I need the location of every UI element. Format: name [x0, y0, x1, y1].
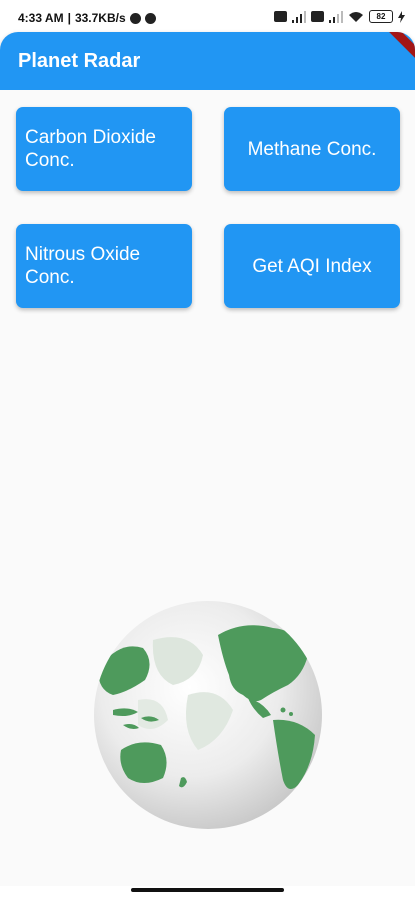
status-right: 82 [274, 10, 405, 23]
globe-image [94, 601, 322, 829]
app-title: Planet Radar [18, 50, 141, 72]
status-time: 4:33 AM [18, 11, 64, 25]
aqi-index-label: Get AQI Index [252, 255, 372, 277]
app-icon [144, 12, 156, 24]
signal-icon [292, 10, 306, 23]
status-net-speed: 33.7KB/s [74, 11, 126, 25]
status-left: 4:33 AM | 33.7KB/s [18, 11, 156, 25]
home-indicator[interactable] [131, 888, 284, 892]
carbon-dioxide-button[interactable]: Carbon Dioxide Conc. [16, 107, 192, 191]
methane-button[interactable]: Methane Conc. [224, 107, 400, 191]
nitrous-oxide-button[interactable]: Nitrous Oxide Conc. [16, 224, 192, 308]
wifi-icon [349, 11, 363, 22]
carbon-dioxide-label: Carbon Dioxide Conc. [25, 127, 156, 171]
status-separator: | [67, 11, 71, 25]
methane-label: Methane Conc. [247, 138, 377, 160]
system-navigation-bar [0, 886, 415, 900]
nitrous-oxide-label: Nitrous Oxide Conc. [25, 244, 141, 288]
debug-banner [386, 32, 415, 62]
app-bar: Planet Radar [0, 32, 415, 90]
aqi-index-button[interactable]: Get AQI Index [224, 224, 400, 308]
sim-icon [274, 11, 287, 22]
whatsapp-icon [129, 12, 141, 24]
sim-icon [311, 11, 324, 22]
signal-icon [329, 10, 343, 23]
status-bar: 4:33 AM | 33.7KB/s 82 [0, 0, 415, 36]
battery-icon: 82 [369, 10, 393, 23]
charging-icon [398, 10, 405, 23]
main-content: Carbon Dioxide Conc. Methane Conc. Nitro… [0, 90, 415, 886]
battery-level: 82 [376, 12, 386, 21]
